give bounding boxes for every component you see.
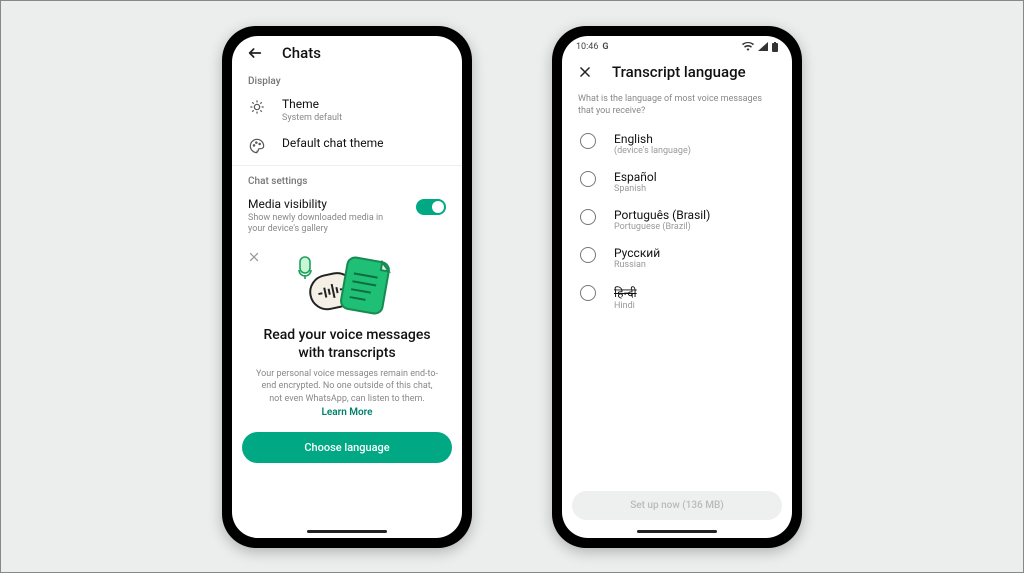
radio-icon[interactable] xyxy=(580,133,596,149)
language-option-russian[interactable]: Русский Russian xyxy=(562,239,792,277)
learn-more-link[interactable]: Learn More xyxy=(248,407,446,418)
google-indicator-icon: G xyxy=(602,42,608,52)
gesture-bar xyxy=(307,530,387,533)
screen-left: Chats Display Theme System default Defau… xyxy=(232,36,462,538)
wifi-icon xyxy=(742,42,754,51)
status-bar: 10:46 G xyxy=(562,36,792,55)
language-name: Português (Brasil) xyxy=(614,208,710,222)
language-header: Transcript language xyxy=(562,55,792,89)
radio-icon[interactable] xyxy=(580,171,596,187)
chats-header: Chats xyxy=(232,36,462,70)
transcript-illustration xyxy=(248,249,446,321)
language-option-english[interactable]: English (device's language) xyxy=(562,125,792,163)
language-sub: Russian xyxy=(614,260,660,270)
signal-icon xyxy=(758,42,768,51)
header-title: Transcript language xyxy=(612,63,746,81)
back-arrow-icon[interactable] xyxy=(246,44,264,62)
language-option-hindi[interactable]: हिन्दी Hindi xyxy=(562,277,792,318)
divider xyxy=(232,165,462,166)
language-name: English xyxy=(614,132,691,146)
language-sub: Hindi xyxy=(614,301,637,311)
theme-title: Theme xyxy=(282,97,446,112)
setup-now-button[interactable]: Set up now (136 MB) xyxy=(572,491,782,520)
media-visibility-row[interactable]: Media visibility Show newly downloaded m… xyxy=(232,191,462,242)
phone-left: Chats Display Theme System default Defau… xyxy=(222,26,472,548)
status-time: 10:46 xyxy=(576,42,598,52)
language-sub: (device's language) xyxy=(614,146,691,156)
promo-body: Your personal voice messages remain end-… xyxy=(254,368,440,404)
gesture-bar xyxy=(637,530,717,533)
display-section-label: Display xyxy=(232,70,462,91)
default-chat-theme-title: Default chat theme xyxy=(282,136,446,151)
transcript-promo-card: Read your voice messages with transcript… xyxy=(242,245,452,423)
default-chat-theme-row[interactable]: Default chat theme xyxy=(232,130,462,161)
media-visibility-toggle[interactable] xyxy=(416,199,446,215)
radio-icon[interactable] xyxy=(580,285,596,301)
screen-right: 10:46 G Transcript language What is the … xyxy=(562,36,792,538)
language-option-portuguese[interactable]: Português (Brasil) Portuguese (Brazil) xyxy=(562,201,792,239)
palette-icon xyxy=(248,137,266,155)
media-visibility-title: Media visibility xyxy=(248,197,400,212)
media-visibility-sub: Show newly downloaded media in your devi… xyxy=(248,213,400,236)
radio-icon[interactable] xyxy=(580,209,596,225)
language-name: Español xyxy=(614,170,657,184)
promo-title: Read your voice messages with transcript… xyxy=(258,327,436,362)
choose-language-button[interactable]: Choose language xyxy=(242,432,452,463)
language-sub: Spanish xyxy=(614,184,657,194)
theme-subtitle: System default xyxy=(282,113,446,124)
language-name: Русский xyxy=(614,246,660,260)
close-icon[interactable] xyxy=(576,63,594,81)
language-option-spanish[interactable]: Español Spanish xyxy=(562,163,792,201)
language-sub: Portuguese (Brazil) xyxy=(614,222,710,232)
language-question: What is the language of most voice messa… xyxy=(562,89,792,125)
language-name: हिन्दी xyxy=(614,284,637,301)
radio-icon[interactable] xyxy=(580,247,596,263)
phone-right: 10:46 G Transcript language What is the … xyxy=(552,26,802,548)
close-icon[interactable] xyxy=(246,249,262,265)
battery-icon xyxy=(772,42,778,52)
header-title: Chats xyxy=(282,44,321,62)
theme-icon xyxy=(248,98,266,116)
theme-row[interactable]: Theme System default xyxy=(232,91,462,130)
chat-settings-label: Chat settings xyxy=(232,170,462,191)
